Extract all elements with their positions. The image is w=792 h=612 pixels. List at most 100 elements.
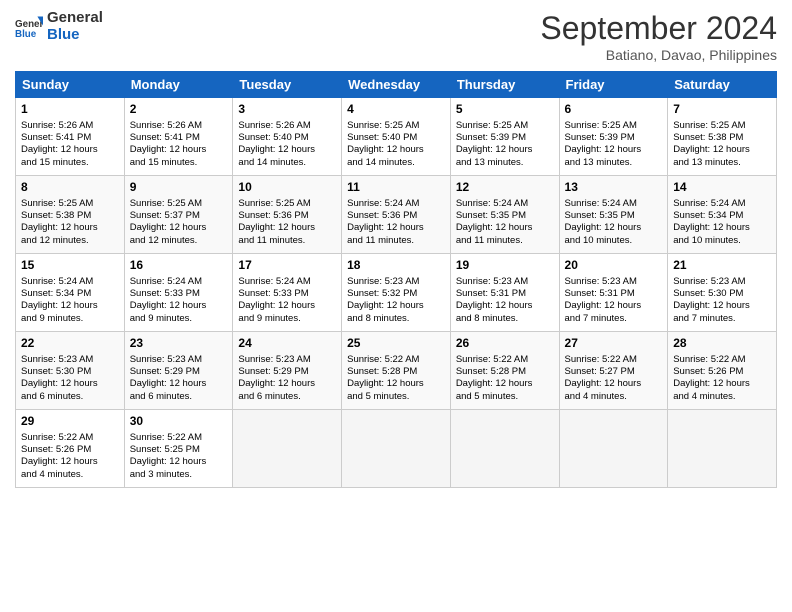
- day-info: Daylight: 12 hours: [21, 378, 119, 390]
- day-info: Daylight: 12 hours: [673, 378, 771, 390]
- day-number: 24: [238, 336, 336, 352]
- calendar-cell: 5Sunrise: 5:25 AMSunset: 5:39 PMDaylight…: [450, 98, 559, 176]
- day-info: Sunset: 5:38 PM: [673, 132, 771, 144]
- calendar-cell: 29Sunrise: 5:22 AMSunset: 5:26 PMDayligh…: [16, 410, 125, 488]
- day-info: Daylight: 12 hours: [130, 222, 228, 234]
- calendar-week-row: 29Sunrise: 5:22 AMSunset: 5:26 PMDayligh…: [16, 410, 777, 488]
- day-info: and 4 minutes.: [565, 391, 663, 403]
- day-info: Daylight: 12 hours: [565, 144, 663, 156]
- calendar-cell: 26Sunrise: 5:22 AMSunset: 5:28 PMDayligh…: [450, 332, 559, 410]
- day-info: Sunrise: 5:24 AM: [456, 198, 554, 210]
- day-info: Daylight: 12 hours: [238, 222, 336, 234]
- day-number: 23: [130, 336, 228, 352]
- day-info: and 9 minutes.: [130, 313, 228, 325]
- day-info: Daylight: 12 hours: [347, 144, 445, 156]
- day-info: Sunset: 5:30 PM: [21, 366, 119, 378]
- day-info: and 9 minutes.: [21, 313, 119, 325]
- day-info: Sunset: 5:41 PM: [130, 132, 228, 144]
- day-info: and 14 minutes.: [347, 157, 445, 169]
- day-number: 12: [456, 180, 554, 196]
- col-monday: Monday: [124, 72, 233, 98]
- calendar-week-row: 1Sunrise: 5:26 AMSunset: 5:41 PMDaylight…: [16, 98, 777, 176]
- day-info: Daylight: 12 hours: [673, 222, 771, 234]
- day-info: Sunset: 5:37 PM: [130, 210, 228, 222]
- day-info: and 10 minutes.: [565, 235, 663, 247]
- day-number: 7: [673, 102, 771, 118]
- calendar-cell: [342, 410, 451, 488]
- day-info: Sunset: 5:39 PM: [565, 132, 663, 144]
- calendar-cell: 15Sunrise: 5:24 AMSunset: 5:34 PMDayligh…: [16, 254, 125, 332]
- calendar-cell: 3Sunrise: 5:26 AMSunset: 5:40 PMDaylight…: [233, 98, 342, 176]
- day-info: Sunset: 5:40 PM: [347, 132, 445, 144]
- calendar-cell: 17Sunrise: 5:24 AMSunset: 5:33 PMDayligh…: [233, 254, 342, 332]
- day-info: Daylight: 12 hours: [130, 300, 228, 312]
- calendar-header-row: Sunday Monday Tuesday Wednesday Thursday…: [16, 72, 777, 98]
- day-number: 25: [347, 336, 445, 352]
- day-info: Sunrise: 5:23 AM: [130, 354, 228, 366]
- day-number: 8: [21, 180, 119, 196]
- calendar-cell: 8Sunrise: 5:25 AMSunset: 5:38 PMDaylight…: [16, 176, 125, 254]
- calendar-cell: 16Sunrise: 5:24 AMSunset: 5:33 PMDayligh…: [124, 254, 233, 332]
- calendar-cell: 30Sunrise: 5:22 AMSunset: 5:25 PMDayligh…: [124, 410, 233, 488]
- day-number: 27: [565, 336, 663, 352]
- day-number: 20: [565, 258, 663, 274]
- day-info: and 6 minutes.: [130, 391, 228, 403]
- day-info: Daylight: 12 hours: [565, 300, 663, 312]
- col-saturday: Saturday: [668, 72, 777, 98]
- day-number: 19: [456, 258, 554, 274]
- day-info: Sunrise: 5:24 AM: [565, 198, 663, 210]
- day-info: Sunrise: 5:25 AM: [347, 120, 445, 132]
- day-info: and 10 minutes.: [673, 235, 771, 247]
- day-number: 14: [673, 180, 771, 196]
- calendar-cell: 1Sunrise: 5:26 AMSunset: 5:41 PMDaylight…: [16, 98, 125, 176]
- day-number: 10: [238, 180, 336, 196]
- day-info: Sunset: 5:34 PM: [673, 210, 771, 222]
- day-info: and 12 minutes.: [21, 235, 119, 247]
- day-info: and 15 minutes.: [21, 157, 119, 169]
- day-info: and 8 minutes.: [347, 313, 445, 325]
- day-number: 22: [21, 336, 119, 352]
- calendar-cell: 22 Sunrise: 5:23 AMSunset: 5:30 PMDayligh…: [16, 332, 125, 410]
- day-info: and 15 minutes.: [130, 157, 228, 169]
- day-info: Sunset: 5:25 PM: [130, 444, 228, 456]
- day-number: 5: [456, 102, 554, 118]
- day-info: Daylight: 12 hours: [21, 222, 119, 234]
- day-info: Daylight: 12 hours: [456, 300, 554, 312]
- day-info: Sunrise: 5:25 AM: [238, 198, 336, 210]
- calendar-cell: [450, 410, 559, 488]
- day-info: Sunrise: 5:26 AM: [130, 120, 228, 132]
- day-info: Sunrise: 5:23 AM: [21, 354, 119, 366]
- day-number: 9: [130, 180, 228, 196]
- day-info: Sunrise: 5:23 AM: [456, 276, 554, 288]
- day-info: and 6 minutes.: [238, 391, 336, 403]
- day-info: Sunrise: 5:22 AM: [565, 354, 663, 366]
- day-number: 6: [565, 102, 663, 118]
- col-wednesday: Wednesday: [342, 72, 451, 98]
- calendar-cell: 21Sunrise: 5:23 AMSunset: 5:30 PMDayligh…: [668, 254, 777, 332]
- day-info: Sunset: 5:31 PM: [565, 288, 663, 300]
- col-friday: Friday: [559, 72, 668, 98]
- day-info: Sunset: 5:35 PM: [565, 210, 663, 222]
- day-info: Sunset: 5:38 PM: [21, 210, 119, 222]
- day-info: and 11 minutes.: [238, 235, 336, 247]
- day-info: Sunrise: 5:22 AM: [347, 354, 445, 366]
- day-info: Sunset: 5:29 PM: [238, 366, 336, 378]
- day-info: Sunset: 5:40 PM: [238, 132, 336, 144]
- day-info: Sunset: 5:35 PM: [456, 210, 554, 222]
- day-info: Sunrise: 5:26 AM: [238, 120, 336, 132]
- day-info: Daylight: 12 hours: [456, 222, 554, 234]
- calendar-cell: 28Sunrise: 5:22 AMSunset: 5:26 PMDayligh…: [668, 332, 777, 410]
- day-info: Sunset: 5:26 PM: [21, 444, 119, 456]
- day-info: Daylight: 12 hours: [347, 378, 445, 390]
- calendar-cell: 9Sunrise: 5:25 AMSunset: 5:37 PMDaylight…: [124, 176, 233, 254]
- day-info: and 4 minutes.: [673, 391, 771, 403]
- calendar-cell: 6Sunrise: 5:25 AMSunset: 5:39 PMDaylight…: [559, 98, 668, 176]
- day-info: and 11 minutes.: [456, 235, 554, 247]
- calendar-cell: 20Sunrise: 5:23 AMSunset: 5:31 PMDayligh…: [559, 254, 668, 332]
- day-number: 3: [238, 102, 336, 118]
- day-number: 18: [347, 258, 445, 274]
- day-info: and 5 minutes.: [347, 391, 445, 403]
- day-info: Sunrise: 5:24 AM: [21, 276, 119, 288]
- day-info: and 11 minutes.: [347, 235, 445, 247]
- calendar-cell: 18Sunrise: 5:23 AMSunset: 5:32 PMDayligh…: [342, 254, 451, 332]
